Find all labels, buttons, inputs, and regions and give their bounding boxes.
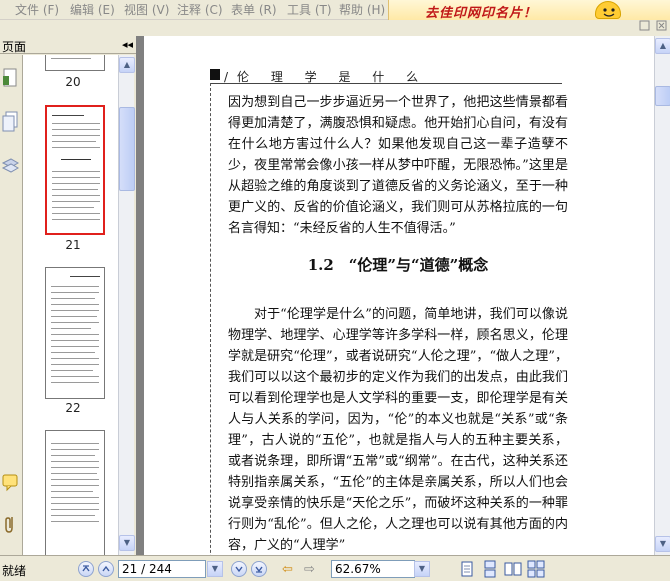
section-heading: 1.2 “伦理”与“道德”概念 [307, 256, 489, 274]
menu-view[interactable]: 视图 (V) [124, 1, 169, 18]
menu-tools[interactable]: 工具 (T) [287, 1, 332, 18]
menu-edit[interactable]: 编辑 (E) [70, 1, 115, 18]
pages-panel-header: 页面 ◂◂ [0, 36, 136, 54]
restore-icon [639, 20, 650, 31]
scroll-down-icon[interactable]: ▼ [655, 536, 670, 552]
ad-banner[interactable]: 去佳印网印名片！ [388, 0, 670, 21]
page-thumbnail[interactable] [45, 55, 105, 71]
ad-text: 去佳印网印名片！ [425, 6, 538, 21]
page-thumbnails-panel[interactable]: 20 21 22 [22, 55, 122, 555]
layers-tab-icon[interactable] [1, 155, 20, 177]
collapse-panel-icon[interactable]: ◂◂ [122, 38, 133, 51]
page-dropdown-icon[interactable]: ▼ [207, 561, 223, 577]
continuous-view-icon[interactable] [481, 560, 499, 578]
first-page-button[interactable] [78, 561, 94, 577]
page-thumbnail-label: 22 [65, 401, 81, 415]
continuous-facing-view-icon[interactable] [527, 560, 545, 578]
body-paragraph: 因为想到自己一步步逼近另一个世界了，他把这些情景都看得更加清楚了，满腹恐惧和疑虑… [228, 95, 568, 236]
comments-tab-icon[interactable] [1, 471, 19, 493]
go-forward-icon[interactable]: ⇨ [304, 562, 315, 577]
scroll-thumb[interactable] [655, 86, 670, 106]
attachments-tab-icon[interactable] [1, 513, 19, 535]
menu-help[interactable]: 帮助 (H) [339, 1, 385, 18]
zoom-field[interactable]: 62.67% [331, 560, 415, 578]
document-scrollbar[interactable]: ▲ ▼ [654, 36, 670, 555]
last-page-button[interactable] [251, 561, 267, 577]
margin-rule [210, 83, 211, 555]
pages-panel-title: 页面 [2, 40, 27, 54]
scroll-up-icon[interactable]: ▲ [655, 38, 670, 54]
page-thumbnail[interactable] [45, 430, 105, 555]
page-thumbnail-label: 21 [65, 238, 81, 252]
pages-tab-icon[interactable] [1, 111, 19, 133]
thumbnails-scrollbar[interactable]: ▲ ▼ [118, 55, 135, 555]
zoom-dropdown-icon[interactable]: ▼ [414, 561, 430, 577]
page-thumbnail-selected[interactable] [45, 105, 105, 235]
single-page-view-icon[interactable] [458, 560, 476, 578]
status-text: 就绪 [2, 564, 27, 578]
menu-file[interactable]: 文件 (F) [15, 1, 59, 18]
document-page: /伦 理 学 是 什 么 因为想到自己一步步逼近另一个世界了，他把这些情景都看得… [144, 36, 654, 555]
page-thumbnail-label: 20 [65, 75, 81, 89]
status-bar: 就绪 21 / 244 ▼ ⇦ ⇨ 62.67% ▼ [0, 555, 670, 580]
ad-mascot-icon [595, 1, 621, 19]
page-thumbnail[interactable] [45, 267, 105, 399]
menu-form[interactable]: 表单 (R) [231, 1, 277, 18]
document-view[interactable]: /伦 理 学 是 什 么 因为想到自己一步步逼近另一个世界了，他把这些情景都看得… [136, 36, 654, 555]
bookmarks-tab-icon[interactable] [1, 67, 19, 89]
menu-comment[interactable]: 注释 (C) [177, 1, 223, 18]
scroll-up-icon[interactable]: ▲ [119, 57, 135, 73]
next-page-button[interactable] [231, 561, 247, 577]
last-page-icon [255, 566, 263, 573]
previous-page-icon [102, 565, 110, 572]
navigation-tabs-strip [0, 55, 22, 555]
first-page-icon [82, 565, 90, 572]
scroll-thumb[interactable] [119, 107, 135, 191]
page-number-field[interactable]: 21 / 244 [118, 560, 206, 578]
previous-page-button[interactable] [98, 561, 114, 577]
document-window-controls [638, 20, 670, 32]
running-head-rule [210, 83, 562, 84]
go-back-icon[interactable]: ⇦ [282, 562, 293, 577]
body-paragraph: 对于“伦理学是什么”的问题，简单地讲，我们可以像说物理学、地理学、心理学等许多学… [228, 307, 568, 553]
menu-bar: 文件 (F) 编辑 (E) 视图 (V) 注释 (C) 表单 (R) 工具 (T… [0, 0, 670, 21]
next-page-icon [235, 566, 243, 573]
facing-view-icon[interactable] [504, 560, 522, 578]
scroll-down-icon[interactable]: ▼ [119, 535, 135, 551]
